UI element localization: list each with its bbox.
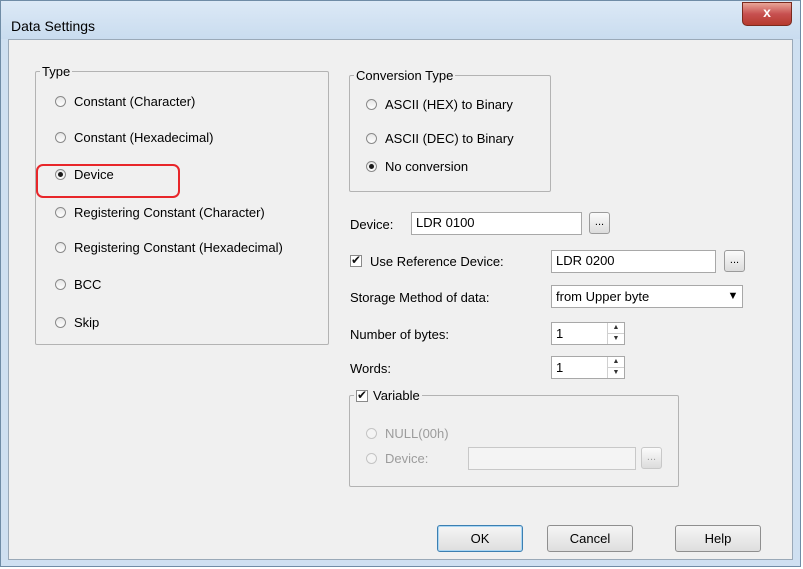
help-button[interactable]: Help (675, 525, 761, 552)
number-of-bytes-value: 1 (556, 326, 564, 341)
device-input[interactable]: LDR 0100 (411, 212, 582, 235)
radio-icon (55, 206, 66, 218)
device-browse-button[interactable]: ... (589, 212, 610, 234)
type-option-label: Constant (Hexadecimal) (74, 129, 214, 145)
dialog-client-area: Type Constant (Character) Constant (Hexa… (8, 39, 793, 560)
type-option-label: Registering Constant (Character) (74, 204, 265, 220)
variable-legend[interactable]: Variable (354, 388, 422, 403)
use-reference-device-label: Use Reference Device: (370, 253, 504, 269)
dialog-title: Data Settings (11, 18, 96, 34)
type-option-label: Constant (Character) (74, 93, 196, 109)
reference-device-browse-button[interactable]: ... (724, 250, 745, 272)
radio-icon (55, 95, 66, 107)
type-option-label: Registering Constant (Hexadecimal) (74, 239, 283, 255)
conversion-option-label: No conversion (385, 158, 469, 174)
conversion-option-label: ASCII (DEC) to Binary (385, 130, 514, 146)
reference-device-input[interactable]: LDR 0200 (551, 250, 716, 273)
type-option-constant-character[interactable]: Constant (Character) (55, 91, 195, 111)
radio-icon (55, 131, 66, 143)
number-of-bytes-label: Number of bytes: (350, 327, 449, 342)
storage-method-label: Storage Method of data: (350, 290, 490, 305)
radio-selected-icon (366, 160, 377, 172)
variable-label: Variable (373, 388, 420, 403)
conversion-option-ascii-hex[interactable]: ASCII (HEX) to Binary (366, 94, 513, 114)
ok-button[interactable]: OK (437, 525, 523, 552)
type-option-label: Skip (74, 314, 100, 330)
spin-up-icon[interactable]: ▲ (608, 357, 624, 368)
stepper-buttons: ▲ ▼ (607, 323, 624, 344)
conversion-option-label: ASCII (HEX) to Binary (385, 96, 513, 112)
radio-icon (366, 132, 377, 144)
variable-device-input[interactable] (468, 447, 636, 470)
variable-option-null[interactable]: NULL(00h) (366, 423, 449, 443)
type-option-skip[interactable]: Skip (55, 312, 99, 332)
variable-device-browse-button[interactable]: ... (641, 447, 662, 469)
radio-icon (366, 98, 377, 110)
storage-method-value: from Upper byte (556, 289, 650, 304)
type-group-legend: Type (42, 64, 71, 79)
words-label: Words: (350, 361, 391, 376)
use-reference-device-checkbox[interactable]: Use Reference Device: (350, 251, 504, 271)
words-stepper[interactable]: 1 ▲ ▼ (551, 356, 625, 379)
conversion-option-ascii-dec[interactable]: ASCII (DEC) to Binary (366, 128, 514, 148)
type-option-registering-constant-character[interactable]: Registering Constant (Character) (55, 202, 265, 222)
radio-icon (366, 427, 377, 439)
radio-icon (55, 241, 66, 253)
stepper-buttons: ▲ ▼ (607, 357, 624, 378)
checkbox-checked-icon (350, 253, 362, 267)
variable-option-device[interactable]: Device: (366, 448, 428, 468)
device-option-highlight (36, 164, 180, 198)
radio-icon (55, 278, 66, 290)
type-option-registering-constant-hexadecimal[interactable]: Registering Constant (Hexadecimal) (55, 237, 283, 257)
chevron-down-icon[interactable]: ▼ (724, 286, 742, 307)
radio-icon (55, 316, 66, 328)
spin-up-icon[interactable]: ▲ (608, 323, 624, 334)
close-icon: x (763, 4, 771, 20)
variable-device-label: Device: (385, 450, 429, 466)
data-settings-dialog: Data Settings x Type Constant (Character… (0, 0, 801, 567)
variable-checkbox-checked-icon[interactable] (356, 388, 368, 402)
spin-down-icon[interactable]: ▼ (608, 334, 624, 344)
words-value: 1 (556, 360, 564, 375)
type-option-label: BCC (74, 276, 102, 292)
type-option-bcc[interactable]: BCC (55, 274, 101, 294)
variable-null-label: NULL(00h) (385, 425, 449, 441)
number-of-bytes-stepper[interactable]: 1 ▲ ▼ (551, 322, 625, 345)
radio-icon (366, 452, 377, 464)
storage-method-select[interactable]: from Upper byte ▼ (551, 285, 743, 308)
title-bar[interactable]: Data Settings x (1, 1, 800, 39)
type-option-constant-hexadecimal[interactable]: Constant (Hexadecimal) (55, 127, 213, 147)
conversion-type-legend: Conversion Type (356, 68, 454, 83)
conversion-option-no-conversion[interactable]: No conversion (366, 156, 468, 176)
cancel-button[interactable]: Cancel (547, 525, 633, 552)
spin-down-icon[interactable]: ▼ (608, 368, 624, 378)
close-button[interactable]: x (742, 2, 792, 26)
device-label: Device: (350, 217, 394, 232)
